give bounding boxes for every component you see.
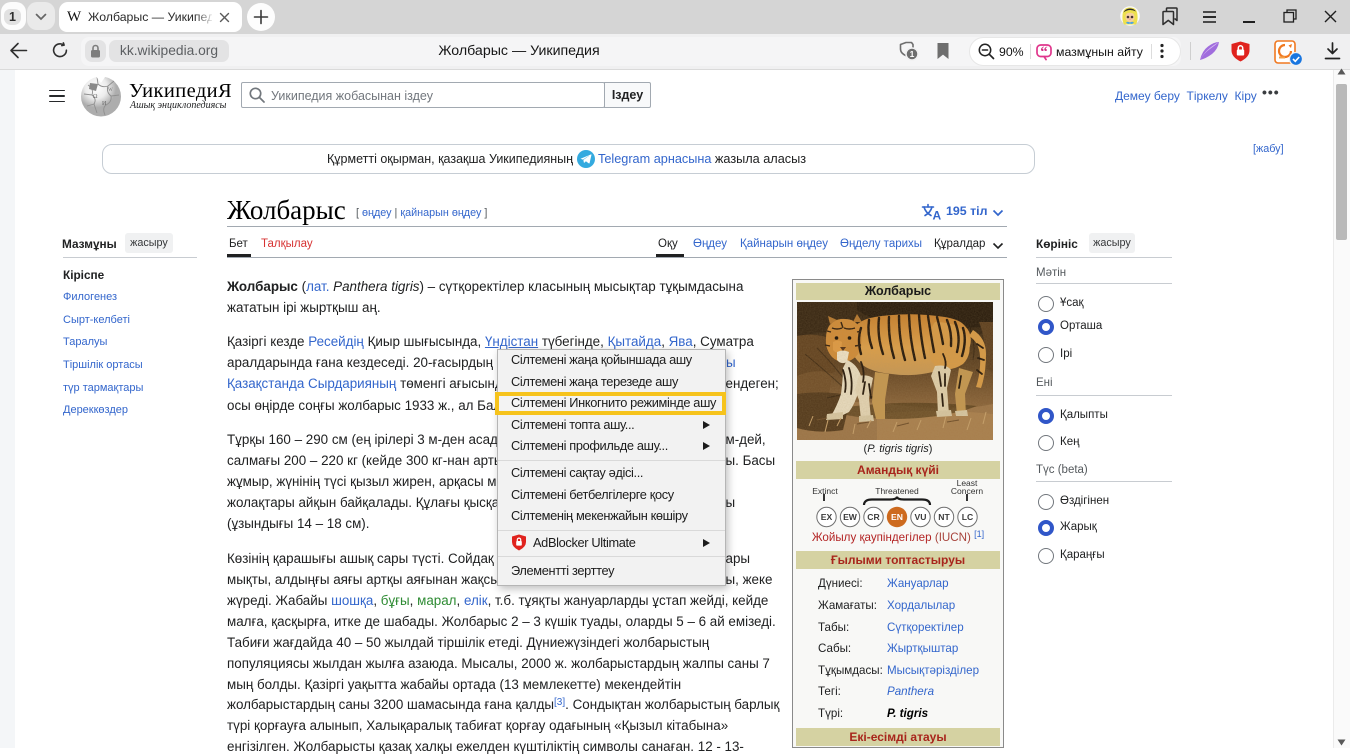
- svg-text:Ω: Ω: [93, 94, 98, 100]
- svg-text:NT: NT: [938, 512, 950, 522]
- svg-text:A: A: [933, 209, 942, 221]
- svg-text:LC: LC: [962, 512, 973, 522]
- svg-text:CR: CR: [867, 512, 880, 522]
- svg-text:1: 1: [910, 49, 915, 59]
- svg-text:EW: EW: [843, 512, 858, 522]
- svg-text:W: W: [108, 88, 113, 93]
- svg-text:“: “: [1040, 44, 1048, 60]
- svg-text:И: И: [102, 101, 107, 107]
- svg-text:EX: EX: [821, 512, 833, 522]
- svg-text:VU: VU: [915, 512, 927, 522]
- svg-text:EN: EN: [891, 512, 903, 522]
